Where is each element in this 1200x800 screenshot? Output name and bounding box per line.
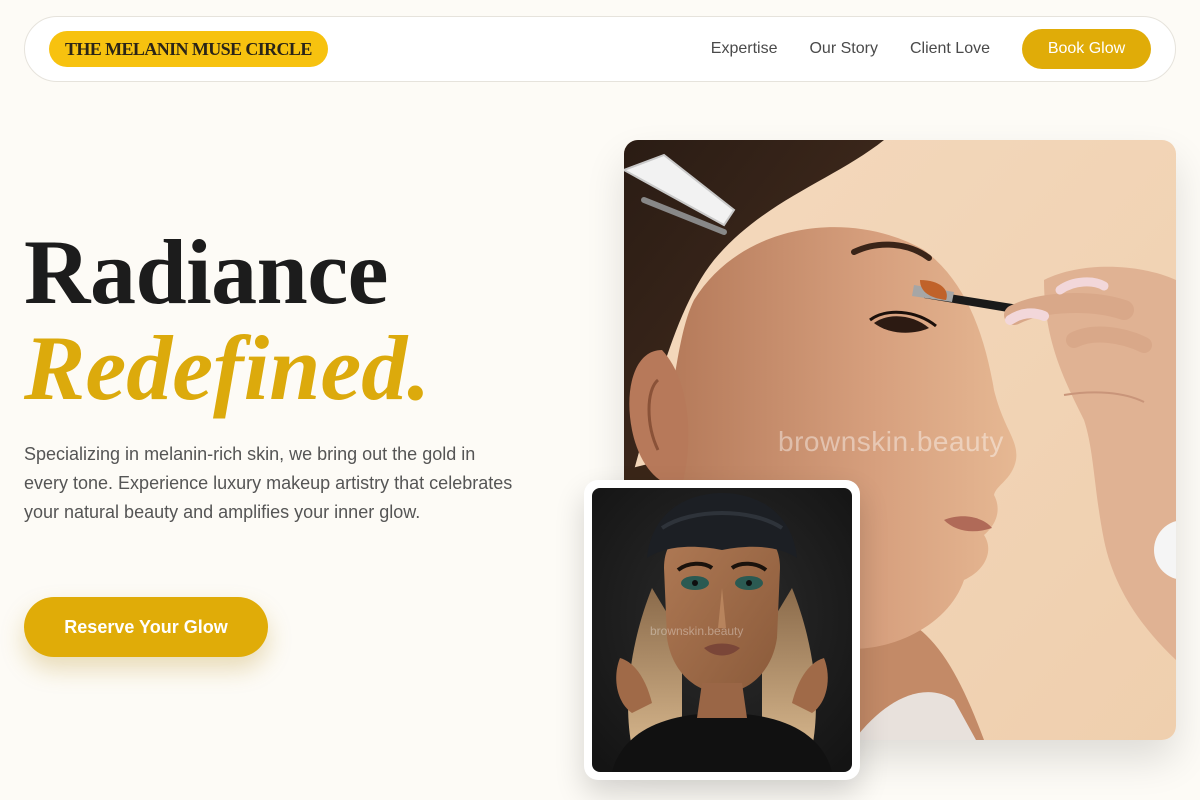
inset-photo-card: brownskin.beauty (584, 480, 860, 780)
nav-link-our-story[interactable]: Our Story (809, 40, 877, 58)
main-photo-watermark: brownskin.beauty (778, 426, 1004, 457)
reserve-glow-button[interactable]: Reserve Your Glow (24, 597, 268, 657)
hero-description: Specializing in melanin-rich skin, we br… (24, 444, 513, 522)
inset-photo-watermark: brownskin.beauty (650, 624, 744, 638)
nav-links: Expertise Our Story Client Love Book Glo… (711, 29, 1151, 69)
nav-link-client-love[interactable]: Client Love (910, 40, 990, 58)
top-navbar: THE MELANIN MUSE CIRCLE Expertise Our St… (24, 16, 1176, 82)
inset-portrait-photo: brownskin.beauty (592, 488, 852, 772)
hero-title-line2: Redefined. (24, 317, 431, 419)
brand-logo[interactable]: THE MELANIN MUSE CIRCLE (49, 31, 328, 67)
book-glow-button[interactable]: Book Glow (1022, 29, 1151, 69)
nav-link-expertise[interactable]: Expertise (711, 40, 778, 58)
hero-title-line1: Radiance (24, 221, 389, 323)
